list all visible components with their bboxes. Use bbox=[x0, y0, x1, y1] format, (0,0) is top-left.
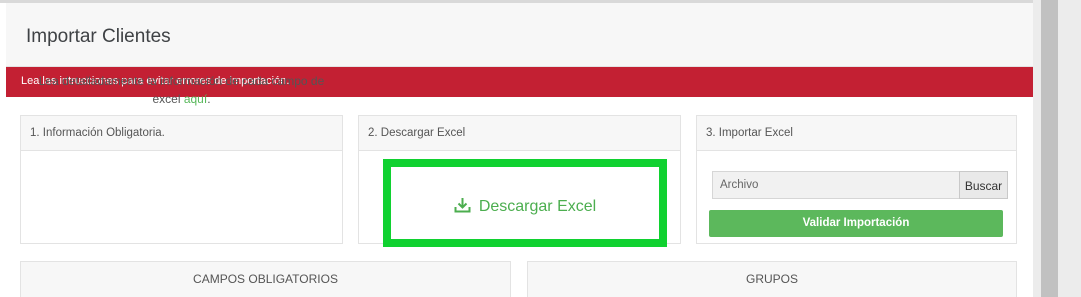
required-fields-section[interactable]: CAMPOS OBLIGATORIOS bbox=[20, 261, 511, 297]
download-excel-button[interactable]: Descargar Excel bbox=[383, 159, 667, 247]
groups-section[interactable]: GRUPOS bbox=[527, 261, 1017, 297]
info-text: Lea detalladamente la información de cad… bbox=[34, 72, 329, 108]
vertical-scrollbar[interactable] bbox=[1041, 0, 1058, 297]
download-excel-content[interactable]: Descargar Excel bbox=[391, 197, 659, 216]
browse-button[interactable]: Buscar bbox=[959, 171, 1008, 199]
download-excel-label[interactable]: Descargar Excel bbox=[479, 198, 596, 215]
file-input[interactable]: Archivo bbox=[712, 171, 960, 199]
download-card-header: 2. Descargar Excel bbox=[359, 116, 680, 151]
info-text-line1: Lea detalladamente la información de cad… bbox=[38, 74, 325, 88]
validate-import-button[interactable]: Validar Importación bbox=[709, 210, 1003, 237]
info-card: 1. Información Obligatoria. bbox=[20, 115, 343, 244]
import-card-header: 3. Importar Excel bbox=[697, 116, 1016, 151]
here-link[interactable]: aquí bbox=[184, 92, 207, 106]
info-card-header: 1. Información Obligatoria. bbox=[21, 116, 342, 151]
download-icon bbox=[454, 198, 471, 213]
info-text-line2: excel aquí. bbox=[34, 90, 329, 108]
info-text-suffix: . bbox=[207, 92, 211, 106]
info-text-prefix: excel bbox=[152, 92, 184, 106]
page-title: Importar Clientes bbox=[26, 26, 171, 47]
main-content: Importar Clientes Lea las intrucciones p… bbox=[0, 0, 1033, 297]
